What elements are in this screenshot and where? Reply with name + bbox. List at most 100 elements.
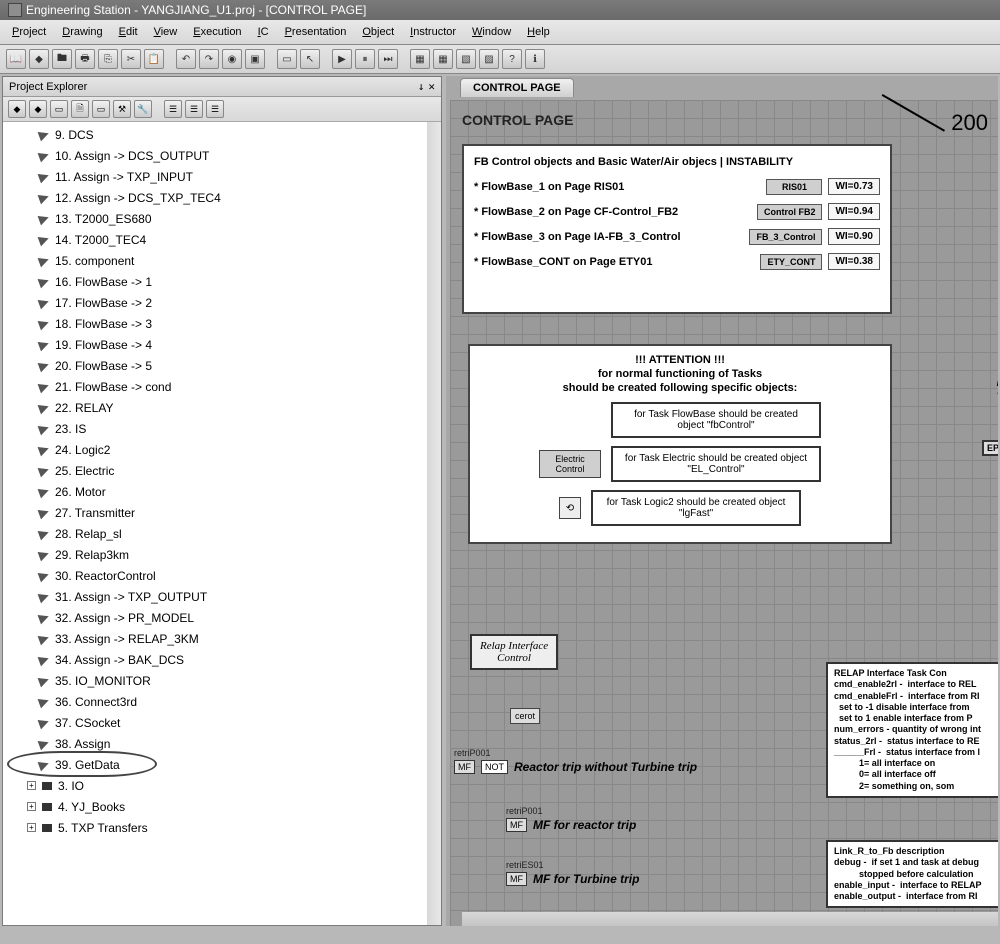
menu-object[interactable]: Object [356, 24, 400, 40]
pin-icon[interactable]: ↓ [418, 80, 425, 93]
tree-item[interactable]: 15. component [3, 250, 427, 271]
tree-item[interactable]: 20. FlowBase -> 5 [3, 355, 427, 376]
pt-book-icon[interactable]: ◆ [8, 100, 26, 118]
tb-step-icon[interactable]: ⏭ [378, 49, 398, 69]
tree-item[interactable]: 10. Assign -> DCS_OUTPUT [3, 145, 427, 166]
refresh-icon[interactable]: ⟲ [559, 497, 581, 519]
tree-item[interactable]: 21. FlowBase -> cond [3, 376, 427, 397]
pt-tree-icon[interactable]: ☰ [164, 100, 182, 118]
tree-item[interactable]: 35. IO_MONITOR [3, 670, 427, 691]
tree-item[interactable]: 31. Assign -> TXP_OUTPUT [3, 586, 427, 607]
tree-item[interactable]: 23. IS [3, 418, 427, 439]
fb-row-button[interactable]: RIS01 [766, 179, 822, 195]
tb-books-icon[interactable]: ◆ [29, 49, 49, 69]
tree-vscroll[interactable] [427, 122, 441, 925]
menu-presentation[interactable]: Presentation [279, 24, 353, 40]
tree-item[interactable]: 36. Connect3rd [3, 691, 427, 712]
tb-copy-icon[interactable]: ⎘ [98, 49, 118, 69]
tb-select-icon[interactable]: ▭ [277, 49, 297, 69]
tb-print-icon[interactable]: 🖶 [75, 49, 95, 69]
tree-item[interactable]: 37. CSocket [3, 712, 427, 733]
menu-window[interactable]: Window [466, 24, 517, 40]
tree-item[interactable]: 34. Assign -> BAK_DCS [3, 649, 427, 670]
tree-item[interactable]: 9. DCS [3, 124, 427, 145]
tree-item[interactable]: 38. Assign [3, 733, 427, 754]
tb-color-icon[interactable]: ▧ [456, 49, 476, 69]
tree-item[interactable]: 14. T2000_TEC4 [3, 229, 427, 250]
tb-pointer-icon[interactable]: ↖ [300, 49, 320, 69]
design-canvas[interactable]: CONTROL PAGE FB Control objects and Basi… [450, 100, 998, 926]
canvas-hscroll[interactable] [462, 912, 998, 926]
expand-icon[interactable]: + [27, 781, 36, 790]
tb-open-icon[interactable]: 📖 [6, 49, 26, 69]
menu-project[interactable]: Project [6, 24, 52, 40]
menu-ic[interactable]: IC [252, 24, 275, 40]
electric-control-button[interactable]: Electric Control [539, 450, 601, 478]
mf-box-1[interactable]: MF [454, 760, 475, 774]
project-tree[interactable]: 9. DCS10. Assign -> DCS_OUTPUT11. Assign… [3, 122, 427, 925]
pt-box-icon[interactable]: ▭ [92, 100, 110, 118]
menu-execution[interactable]: Execution [187, 24, 247, 40]
pt-hammer-icon[interactable]: ⚒ [113, 100, 131, 118]
pt-doc-icon[interactable]: 🗎 [71, 100, 89, 118]
tb-paste-icon[interactable]: 📋 [144, 49, 164, 69]
tb-pause-icon[interactable]: ⏸ [355, 49, 375, 69]
pt-diamond-icon[interactable]: ◆ [29, 100, 47, 118]
tb-about-icon[interactable]: ℹ [525, 49, 545, 69]
menu-edit[interactable]: Edit [113, 24, 144, 40]
tb-pattern-icon[interactable]: ▨ [479, 49, 499, 69]
fb-row-button[interactable]: ETY_CONT [760, 254, 822, 270]
hammer-icon [38, 170, 51, 183]
hammer-icon [38, 632, 51, 645]
tree-item[interactable]: 18. FlowBase -> 3 [3, 313, 427, 334]
tree-item[interactable]: 22. RELAY [3, 397, 427, 418]
mf-box-2[interactable]: MF [506, 818, 527, 832]
tree-item[interactable]: 12. Assign -> DCS_TXP_TEC4 [3, 187, 427, 208]
tree-item[interactable]: 16. FlowBase -> 1 [3, 271, 427, 292]
tb-grid2-icon[interactable]: ▦ [433, 49, 453, 69]
tree-item[interactable]: 11. Assign -> TXP_INPUT [3, 166, 427, 187]
tb-folder-icon[interactable]: 🖿 [52, 49, 72, 69]
tree-item[interactable]: 24. Logic2 [3, 439, 427, 460]
expand-icon[interactable]: + [27, 823, 36, 832]
pt-sheet-icon[interactable]: ▭ [50, 100, 68, 118]
expand-icon[interactable]: + [27, 802, 36, 811]
tree-item[interactable]: +4. YJ_Books [3, 796, 427, 817]
tree-item[interactable]: 27. Transmitter [3, 502, 427, 523]
tree-item[interactable]: 26. Motor [3, 481, 427, 502]
tree-item[interactable]: 13. T2000_ES680 [3, 208, 427, 229]
mf-box-3[interactable]: MF [506, 872, 527, 886]
tb-grid-icon[interactable]: ▦ [410, 49, 430, 69]
tab-control-page[interactable]: CONTROL PAGE [460, 78, 574, 97]
menu-view[interactable]: View [148, 24, 184, 40]
menu-instructor[interactable]: Instructor [404, 24, 462, 40]
tree-item[interactable]: +3. IO [3, 775, 427, 796]
tree-item[interactable]: 39. GetData [3, 754, 427, 775]
tree-item[interactable]: 30. ReactorControl [3, 565, 427, 586]
tree-item[interactable]: 33. Assign -> RELAP_3KM [3, 628, 427, 649]
tb-run-icon[interactable]: ▣ [245, 49, 265, 69]
not-box-1[interactable]: NOT [481, 760, 508, 774]
menu-help[interactable]: Help [521, 24, 556, 40]
tree-item[interactable]: 17. FlowBase -> 2 [3, 292, 427, 313]
tree-item[interactable]: 19. FlowBase -> 4 [3, 334, 427, 355]
tb-undo-icon[interactable]: ↶ [176, 49, 196, 69]
fb-row-button[interactable]: FB_3_Control [749, 229, 822, 245]
tree-item[interactable]: 25. Electric [3, 460, 427, 481]
pt-list2-icon[interactable]: ☰ [206, 100, 224, 118]
tb-help-icon[interactable]: ? [502, 49, 522, 69]
fb-row-button[interactable]: Control FB2 [757, 204, 823, 220]
tree-item[interactable]: 28. Relap_sl [3, 523, 427, 544]
tb-stop-icon[interactable]: ◉ [222, 49, 242, 69]
close-icon[interactable]: ✕ [428, 80, 435, 93]
tb-cut-icon[interactable]: ✂ [121, 49, 141, 69]
pt-wrench-icon[interactable]: 🔧 [134, 100, 152, 118]
tree-item[interactable]: 32. Assign -> PR_MODEL [3, 607, 427, 628]
menu-drawing[interactable]: Drawing [56, 24, 108, 40]
tb-redo-icon[interactable]: ↷ [199, 49, 219, 69]
hammer-icon [38, 611, 51, 624]
pt-list-icon[interactable]: ☰ [185, 100, 203, 118]
tree-item[interactable]: 29. Relap3km [3, 544, 427, 565]
tree-item[interactable]: +5. TXP Transfers [3, 817, 427, 838]
tb-play-icon[interactable]: ▶ [332, 49, 352, 69]
